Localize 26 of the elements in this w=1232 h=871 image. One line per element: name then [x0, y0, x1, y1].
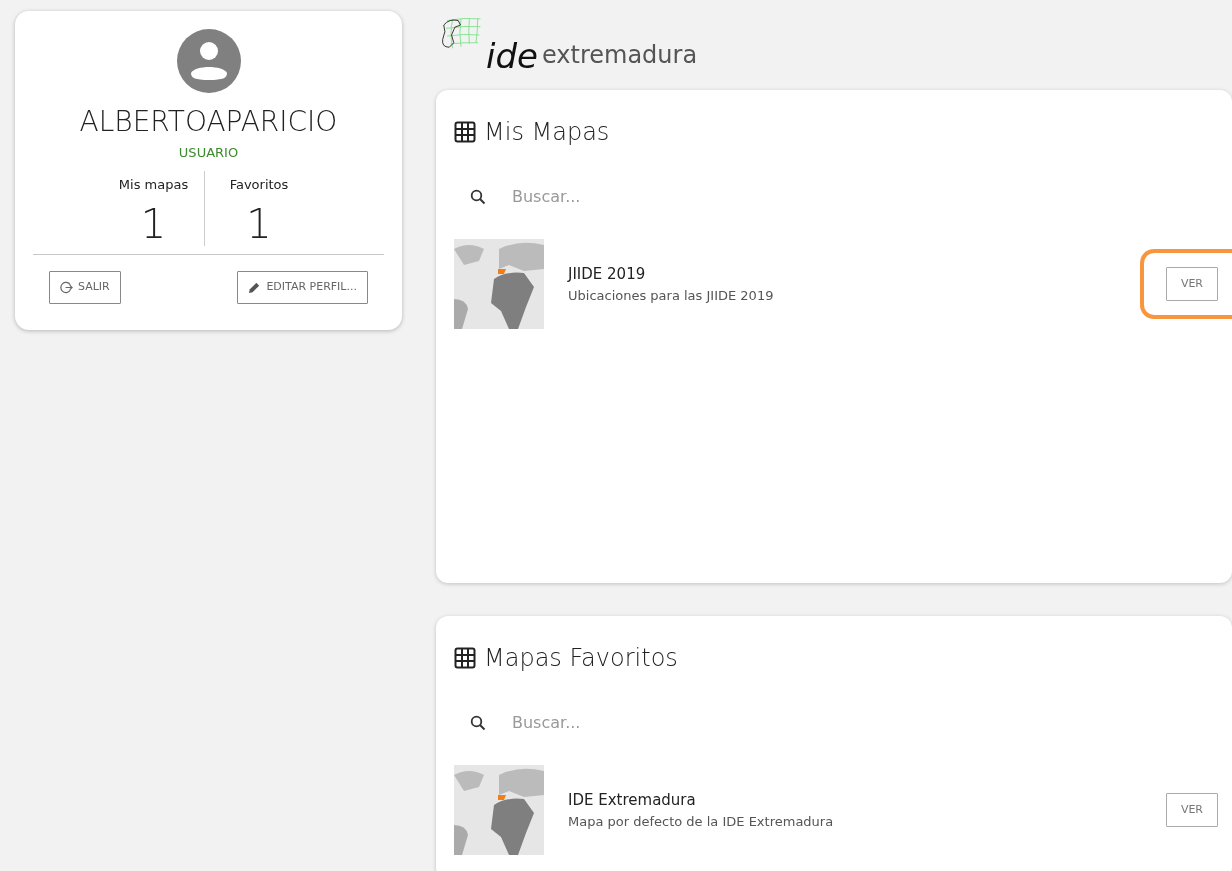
map-title: JIIDE 2019: [568, 264, 647, 285]
site-logo[interactable]: ide extremadura: [436, 3, 1232, 77]
search-icon: [470, 189, 486, 205]
stat-value: 1: [139, 202, 168, 246]
stat-value: 1: [245, 202, 273, 246]
logo-mark-text: ide: [486, 39, 538, 73]
logout-button[interactable]: SALIR: [49, 271, 121, 304]
stat-label: Favoritos: [228, 175, 290, 194]
grid-icon: [454, 647, 476, 669]
grid-icon: [454, 121, 476, 143]
section-title: Mapas Favoritos: [484, 643, 678, 674]
map-description: Mapa por defecto de la IDE Extremadura: [568, 812, 835, 831]
section-title: Mis Mapas: [484, 117, 610, 148]
search-icon: [470, 715, 486, 731]
pencil-icon: [248, 280, 262, 294]
map-title: IDE Extremadura: [568, 790, 697, 811]
view-button[interactable]: VER: [1165, 266, 1218, 302]
logout-icon: [60, 280, 73, 294]
username: ALBERTOAPARICIO: [78, 104, 339, 140]
edit-profile-button[interactable]: EDITAR PERFIL...: [237, 271, 368, 304]
user-avatar-icon: [176, 29, 241, 93]
user-role: USUARIO: [177, 144, 240, 162]
logo-text: extremadura: [541, 40, 698, 71]
view-button[interactable]: VER: [1165, 792, 1218, 828]
map-description: Ubicaciones para las JIIDE 2019: [568, 286, 775, 305]
stat-label: Mis mapas: [117, 175, 190, 194]
